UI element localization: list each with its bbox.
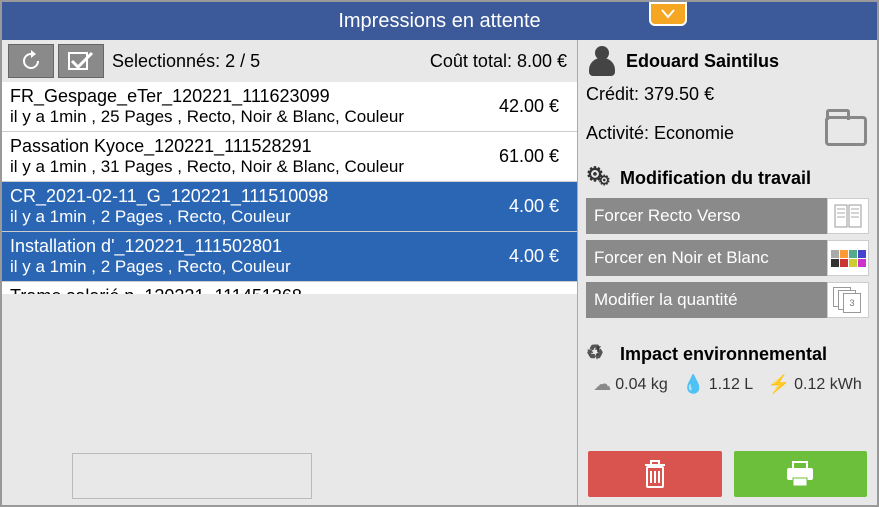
job-price: 61.00 € xyxy=(489,146,569,167)
copies-icon: 123 xyxy=(827,282,869,318)
user-icon xyxy=(586,46,620,76)
job-row[interactable]: FR_Gespage_eTer_120221_111623099 il y a … xyxy=(2,82,577,132)
job-meta: il y a 1min , 25 Pages , Recto, Noir & B… xyxy=(10,107,489,127)
total-cost: Coût total: 8.00 € xyxy=(430,51,567,72)
water-icon: 💧 xyxy=(682,374,704,395)
job-price: 42.00 € xyxy=(489,96,569,117)
job-list: FR_Gespage_eTer_120221_111623099 il y a … xyxy=(2,82,577,294)
footer-placeholder xyxy=(72,453,312,499)
job-title: Trame salarié p_120221_111451368 xyxy=(10,286,499,294)
modify-qty-button[interactable]: Modifier la quantité xyxy=(586,282,827,318)
color-swatch-icon xyxy=(827,240,869,276)
delete-button[interactable] xyxy=(588,451,722,497)
title-bar: Impressions en attente xyxy=(2,2,877,40)
job-row[interactable]: CR_2021-02-11_G_120221_111510098 il y a … xyxy=(2,182,577,232)
job-title: CR_2021-02-11_G_120221_111510098 xyxy=(10,186,499,207)
impact-water: 1.12 L xyxy=(709,376,753,394)
energy-icon: ⚡ xyxy=(768,374,790,395)
impact-co2: 0.04 kg xyxy=(615,376,667,394)
impact-header: Impact environnemental xyxy=(620,344,827,365)
modify-header: Modification du travail xyxy=(620,168,811,189)
user-panel: Edouard Saintilus Crédit: 379.50 € Activ… xyxy=(578,40,877,154)
empty-area xyxy=(2,294,577,506)
refresh-button[interactable] xyxy=(8,44,54,78)
recycle-icon xyxy=(586,342,614,366)
force-duplex-button[interactable]: Forcer Recto Verso xyxy=(586,198,827,234)
job-meta: il y a 1min , 2 Pages , Recto, Couleur xyxy=(10,257,499,277)
job-row[interactable]: Trame salarié p_120221_111451368 il y a … xyxy=(2,282,577,294)
job-title: Installation d'_120221_111502801 xyxy=(10,236,499,257)
force-bw-button[interactable]: Forcer en Noir et Blanc xyxy=(586,240,827,276)
folder-icon[interactable] xyxy=(825,116,867,146)
job-row[interactable]: Installation d'_120221_111502801 il y a … xyxy=(2,232,577,282)
selection-count: Selectionnés: 2 / 5 xyxy=(112,51,260,72)
job-row[interactable]: Passation Kyoce_120221_111528291 il y a … xyxy=(2,132,577,182)
job-title: FR_Gespage_eTer_120221_111623099 xyxy=(10,86,489,107)
job-price: 4.00 € xyxy=(499,246,569,267)
user-credit: Crédit: 379.50 € xyxy=(586,84,869,105)
job-price: 4.00 € xyxy=(499,196,569,217)
job-meta: il y a 1min , 2 Pages , Recto, Couleur xyxy=(10,207,499,227)
modify-section: Modification du travail Forcer Recto Ver… xyxy=(578,154,877,330)
jobs-toolbar: Selectionnés: 2 / 5 Coût total: 8.00 € xyxy=(2,40,577,82)
select-all-button[interactable] xyxy=(58,44,104,78)
job-meta: il y a 1min , 31 Pages , Recto, Noir & B… xyxy=(10,157,489,177)
impact-energy: 0.12 kWh xyxy=(794,376,862,394)
action-buttons xyxy=(578,443,877,505)
cloud-icon: ☁ xyxy=(593,374,611,395)
impact-section: Impact environnemental ☁ 0.04 kg 💧 1.12 … xyxy=(578,330,877,401)
gears-icon xyxy=(586,166,614,190)
job-title: Passation Kyoce_120221_111528291 xyxy=(10,136,489,157)
expand-dropdown[interactable] xyxy=(649,2,687,26)
user-name: Edouard Saintilus xyxy=(626,51,779,72)
print-button[interactable] xyxy=(734,451,868,497)
duplex-icon xyxy=(827,198,869,234)
page-title: Impressions en attente xyxy=(338,10,540,33)
